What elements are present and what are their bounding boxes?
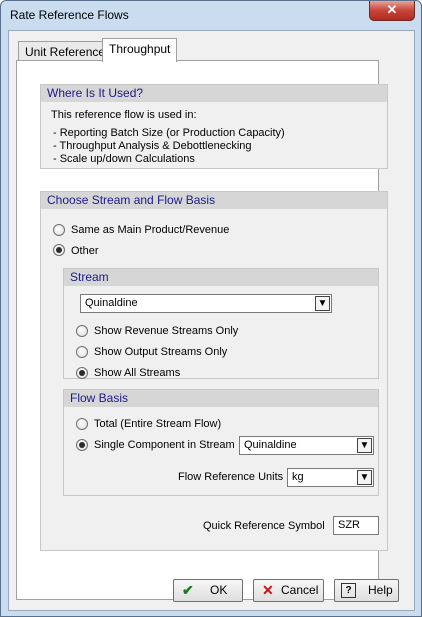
radio-total-flow-label: Total (Entire Stream Flow)	[94, 418, 222, 430]
cancel-button[interactable]: ✕ Cancel	[253, 579, 324, 602]
component-select[interactable]: Quinaldine ▼	[239, 436, 374, 455]
flow-basis-header: Flow Basis	[64, 390, 378, 407]
stream-select-value: Quinaldine	[85, 297, 138, 309]
tab-unit-reference[interactable]: Unit Reference	[18, 41, 113, 61]
radio-single-component[interactable]	[76, 439, 88, 451]
radio-revenue-streams[interactable]	[76, 325, 88, 337]
cancel-button-label: Cancel	[281, 583, 319, 597]
where-used-group: Where Is It Used? This reference flow is…	[40, 84, 388, 169]
x-icon: ✕	[262, 582, 274, 598]
window-title: Rate Reference Flows	[10, 8, 129, 22]
radio-all-streams-label: Show All Streams	[94, 367, 181, 379]
dialog-window: Rate Reference Flows ✕ Unit Reference Th…	[0, 0, 422, 617]
quick-ref-input[interactable]: SZR	[333, 516, 379, 535]
ok-button-label: OK	[210, 583, 228, 597]
throughput-panel: Where Is It Used? This reference flow is…	[16, 60, 388, 600]
where-used-intro: This reference flow is used in:	[51, 109, 197, 121]
where-used-item: - Reporting Batch Size (or Production Ca…	[53, 127, 285, 139]
radio-same-as-main[interactable]	[53, 224, 65, 236]
check-icon: ✔	[182, 582, 194, 598]
radio-total-flow[interactable]	[76, 418, 88, 430]
radio-all-streams[interactable]	[76, 367, 88, 379]
units-label: Flow Reference Units	[178, 471, 284, 483]
choose-header: Choose Stream and Flow Basis	[41, 192, 387, 209]
chevron-down-icon[interactable]: ▼	[357, 438, 372, 453]
quick-ref-label: Quick Reference Symbol	[203, 520, 325, 532]
chevron-down-icon[interactable]: ▼	[315, 296, 330, 311]
dialog-client: Unit Reference Throughput Where Is It Us…	[8, 30, 415, 611]
units-select[interactable]: kg ▼	[287, 468, 374, 487]
where-used-item: - Throughput Analysis & Debottlenecking	[53, 140, 252, 152]
units-select-value: kg	[292, 471, 304, 483]
radio-single-component-label: Single Component in Stream	[94, 439, 235, 451]
component-select-value: Quinaldine	[244, 439, 297, 451]
close-button[interactable]: ✕	[369, 1, 415, 21]
radio-output-streams[interactable]	[76, 346, 88, 358]
where-used-item: - Scale up/down Calculations	[53, 153, 195, 165]
radio-revenue-streams-label: Show Revenue Streams Only	[94, 325, 239, 337]
radio-other-label: Other	[71, 245, 99, 257]
chevron-down-icon[interactable]: ▼	[357, 470, 372, 485]
radio-same-as-main-label: Same as Main Product/Revenue	[71, 224, 230, 236]
help-button[interactable]: ? Help	[334, 579, 399, 602]
flow-basis-group: Flow Basis Total (Entire Stream Flow) Si…	[63, 389, 379, 496]
stream-group: Stream Quinaldine ▼ Show Revenue Streams…	[63, 268, 379, 379]
tab-throughput[interactable]: Throughput	[102, 38, 178, 62]
where-used-header: Where Is It Used?	[41, 85, 387, 102]
radio-output-streams-label: Show Output Streams Only	[94, 346, 228, 358]
help-button-label: Help	[368, 583, 393, 597]
choose-group: Choose Stream and Flow Basis Same as Mai…	[40, 191, 388, 551]
ok-button[interactable]: ✔ OK	[173, 579, 243, 602]
stream-header: Stream	[64, 269, 378, 286]
help-icon: ?	[341, 583, 356, 598]
radio-other[interactable]	[53, 244, 65, 256]
stream-select[interactable]: Quinaldine ▼	[80, 294, 332, 313]
